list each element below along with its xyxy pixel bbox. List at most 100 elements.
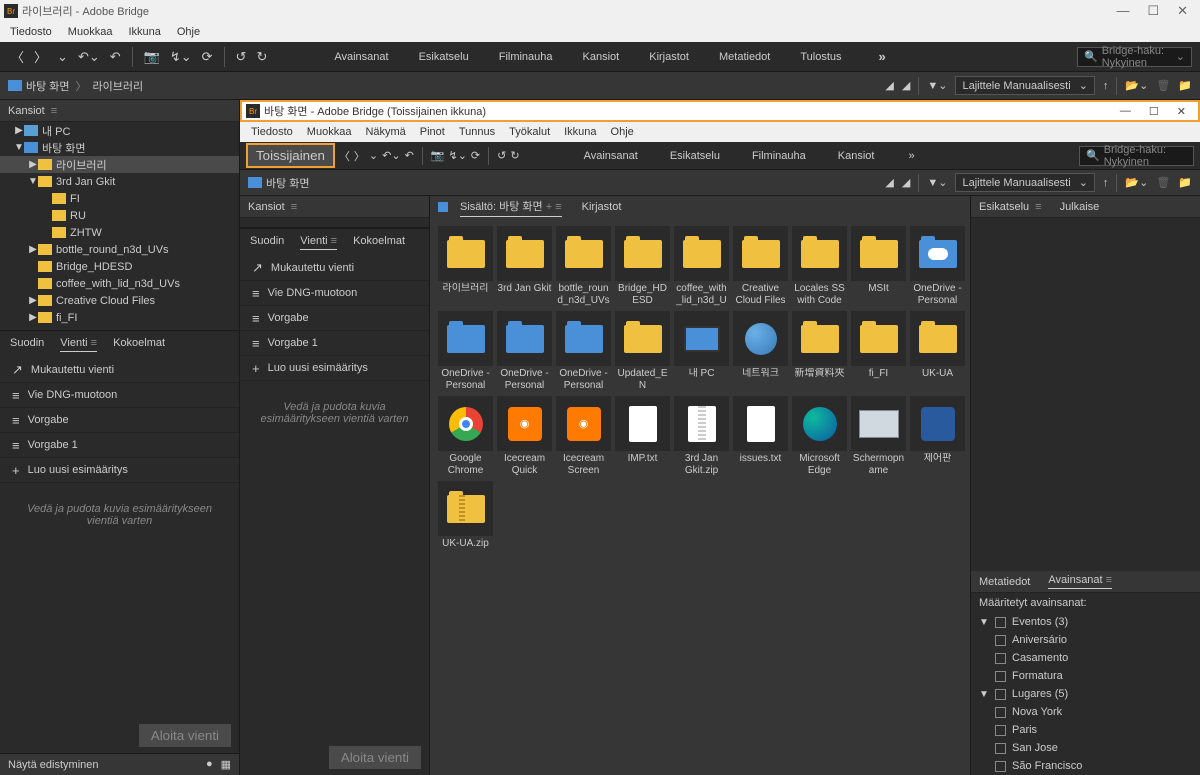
menu-window[interactable]: Ikkuna [120,24,168,40]
breadcrumb-part[interactable]: 라이브러리 [93,78,144,94]
boomerang-icon[interactable]: ↯⌄ [167,47,195,67]
more-icon[interactable]: » [908,150,914,162]
expand-icon[interactable]: ▼ [979,689,989,700]
tab-filter[interactable]: Suodin [10,337,44,352]
close-icon[interactable]: ✕ [1177,3,1188,19]
tab-keywords[interactable]: Avainsanat [584,150,638,162]
tab-output[interactable]: Tulostus [800,47,841,67]
grid-item[interactable]: OneDrive - Personal [556,311,611,392]
export-preset[interactable]: ≡Vorgabe 1 [240,331,429,356]
boomerang-icon[interactable]: ↯⌄ [448,149,466,162]
checkbox[interactable] [995,689,1006,700]
tab-preview[interactable]: Esikatselu [419,47,469,67]
export-preset[interactable]: ↗Mukautettu vienti [0,358,239,383]
rotate-ccw-icon[interactable]: ↺ [233,47,250,67]
tab-preview[interactable]: Esikatselu [670,150,720,162]
more-icon[interactable]: » [876,47,890,66]
chevron-down-icon[interactable]: ⌄ [1176,50,1185,63]
grid-item[interactable]: Microsoft Edge [792,396,847,477]
expand-icon[interactable]: ▶ [28,244,38,255]
menu-edit[interactable]: Muokkaa [60,24,121,40]
export-preset[interactable]: +Luo uusi esimääritys [240,356,429,381]
tab-filmstrip[interactable]: Filminauha [499,47,553,67]
back-icon[interactable]: 〈 [8,45,27,68]
content-tab[interactable]: Sisältö: 바탕 화면 + ≡ [460,198,562,217]
export-preset[interactable]: ↗Mukautettu vienti [240,256,429,281]
tab-folders[interactable]: Kansiot [583,47,620,67]
tree-item[interactable]: ▶내 PC [0,122,239,139]
search-input[interactable]: 🔍 Bridge-haku: Nykyinen ⌄ [1077,47,1192,67]
refresh-icon[interactable]: ⟳ [471,149,480,162]
tree-item[interactable]: ▶Creative Cloud Files [0,292,239,309]
tab-export[interactable]: Vienti ≡ [60,337,97,352]
tab-collections[interactable]: Kokoelmat [353,235,405,250]
tab-libraries[interactable]: Kirjastot [649,47,689,67]
keyword-item[interactable]: Paris [971,721,1200,739]
grid-item[interactable]: coffee_with_lid_n3d_UVs [674,226,729,307]
[interactable]: 〉 [354,148,365,164]
checkbox[interactable] [995,671,1006,682]
keyword-group[interactable]: ▼Lugares (5) [971,685,1200,703]
tab-filter[interactable]: Suodin [250,235,284,250]
open-icon[interactable]: 📂⌄ [1125,176,1148,189]
expand-icon[interactable]: ▼ [14,142,24,153]
tree-item[interactable]: RU [0,207,239,224]
keyword-item[interactable]: Casamento [971,649,1200,667]
checkbox[interactable] [995,617,1006,628]
expand-icon[interactable]: ▶ [28,295,38,306]
filter-icon[interactable]: ▼⌄ [927,176,947,189]
sort-select[interactable]: Lajittele Manuaalisesti ⌄ [955,76,1094,95]
tab-collections[interactable]: Kokoelmat [113,337,165,352]
sub-sort-select[interactable]: Lajittele Manuaalisesti ⌄ [955,173,1094,192]
grid-item[interactable]: OneDrive - Personal [497,311,552,392]
refresh-icon[interactable]: ⟳ [199,47,216,67]
trash-icon[interactable]: 🗑 [1156,79,1170,92]
start-export-button[interactable]: Aloita vienti [139,724,231,747]
grid-item[interactable]: Bridge_HDESD [615,226,670,307]
export-preset[interactable]: ≡Vorgabe 1 [0,433,239,458]
close-icon[interactable]: ✕ [1177,105,1186,118]
export-preset[interactable]: ≡Vorgabe [240,306,429,331]
undo-icon[interactable]: ↶ [107,47,124,67]
checkbox[interactable] [995,725,1006,736]
thumb-large-icon[interactable]: ◢ [902,79,910,92]
checkbox[interactable] [995,635,1006,646]
export-preset[interactable]: +Luo uusi esimääritys [0,458,239,483]
grid-item[interactable]: 내 PC [674,311,729,392]
grid-item[interactable]: ◉Icecream Quick Screenshot [497,396,552,477]
grid-item[interactable]: ◉Icecream Screen Re...der 7 [556,396,611,477]
preview-label[interactable]: Esikatselu [979,201,1029,213]
grid-item[interactable]: bottle_round_n3d_UVs [556,226,611,307]
back-icon[interactable]: 〈 [339,148,350,164]
tab-filmstrip[interactable]: Filminauha [752,150,806,162]
tree-item[interactable]: ▶fi_FI [0,309,239,326]
filter-icon[interactable]: ▼⌄ [927,79,947,92]
keyword-group[interactable]: ▼Eventos (3) [971,613,1200,631]
rotate-cw-icon[interactable]: ↻ [510,149,519,162]
secondary-button[interactable]: Toissijainen [246,143,335,168]
rotate-cw-icon[interactable]: ↻ [253,47,270,67]
breadcrumb-part[interactable]: 바탕 화면 [26,78,70,94]
tree-item[interactable]: FI [0,190,239,207]
tree-item[interactable]: ZHTW [0,224,239,241]
grid-item[interactable]: 新增資料夾 [792,311,847,392]
publish-label[interactable]: Julkaise [1060,201,1100,213]
expand-icon[interactable]: ▶ [14,125,24,136]
grid-item[interactable]: 3rd Jan Gkit [497,226,552,307]
grid-item[interactable]: Schermopname (878).png [851,396,906,477]
tree-item[interactable]: coffee_with_lid_n3d_UVs [0,275,239,292]
grid-item[interactable]: Creative Cloud Files [733,226,788,307]
keyword-item[interactable]: São Francisco [971,757,1200,775]
new-folder-icon[interactable]: 📁 [1178,176,1192,189]
metadata-tab[interactable]: Metatiedot [979,576,1030,588]
thumb-large-icon[interactable]: ◢ [902,176,910,189]
grid-item[interactable]: UK-UA [910,311,965,392]
export-preset[interactable]: ≡Vie DNG-muotoon [0,383,239,408]
forward-icon[interactable]: 〉 [31,45,50,68]
menu-view[interactable]: Näkymä [358,124,412,140]
keyword-item[interactable]: Nova York [971,703,1200,721]
menu-tools[interactable]: Työkalut [502,124,557,140]
menu-window[interactable]: Ikkuna [557,124,603,140]
chevron-down-icon[interactable]: ⌄ [369,149,378,162]
recent-icon[interactable]: ↶⌄ [75,47,103,67]
